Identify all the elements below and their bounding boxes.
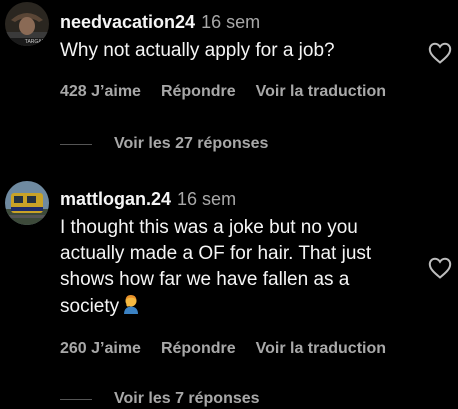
comment-text: I thought this was a joke but no you act… [60,215,420,323]
comment-header: needvacation24 16 sem [60,11,260,33]
comment-text-line-last: society [60,293,420,323]
comment-text-line: I thought this was a joke but no you [60,217,358,238]
comment-text: Why not actually apply for a job? [60,40,335,61]
comment-text-line: shows how far we have fallen as a [60,269,350,290]
heart-outline-icon [428,42,452,64]
translate-button[interactable]: Voir la traduction [256,340,386,357]
heart-outline-icon [428,257,452,279]
translate-button[interactable]: Voir la traduction [256,83,386,100]
like-count[interactable]: 260 J’aime [60,340,141,357]
comment-text-line: actually made a OF for hair. That just [60,243,372,264]
comment-text-line: society [60,296,120,317]
username[interactable]: needvacation24 [60,12,195,32]
comment-header: mattlogan.24 16 sem [60,188,236,210]
like-count[interactable]: 428 J’aime [60,83,141,100]
comment-actions: 428 J’aime Répondre Voir la traduction [60,82,386,102]
person-facepalming-emoji-icon [121,293,141,323]
avatar[interactable] [5,181,49,225]
replies-divider [60,399,92,400]
like-button[interactable] [428,42,452,64]
timestamp: 16 sem [201,12,261,32]
view-replies-label[interactable]: Voir les 27 réponses [114,134,268,154]
reply-button[interactable]: Répondre [161,340,236,357]
comment-actions: 260 J’aime Répondre Voir la traduction [60,339,386,359]
avatar-text: TARGAR [25,39,46,45]
avatar[interactable]: TARGAR [5,2,49,46]
username[interactable]: mattlogan.24 [60,189,171,209]
like-button[interactable] [428,257,452,279]
reply-button[interactable]: Répondre [161,83,236,100]
timestamp: 16 sem [177,189,237,209]
view-replies-label[interactable]: Voir les 7 réponses [114,389,260,409]
replies-divider [60,144,92,145]
